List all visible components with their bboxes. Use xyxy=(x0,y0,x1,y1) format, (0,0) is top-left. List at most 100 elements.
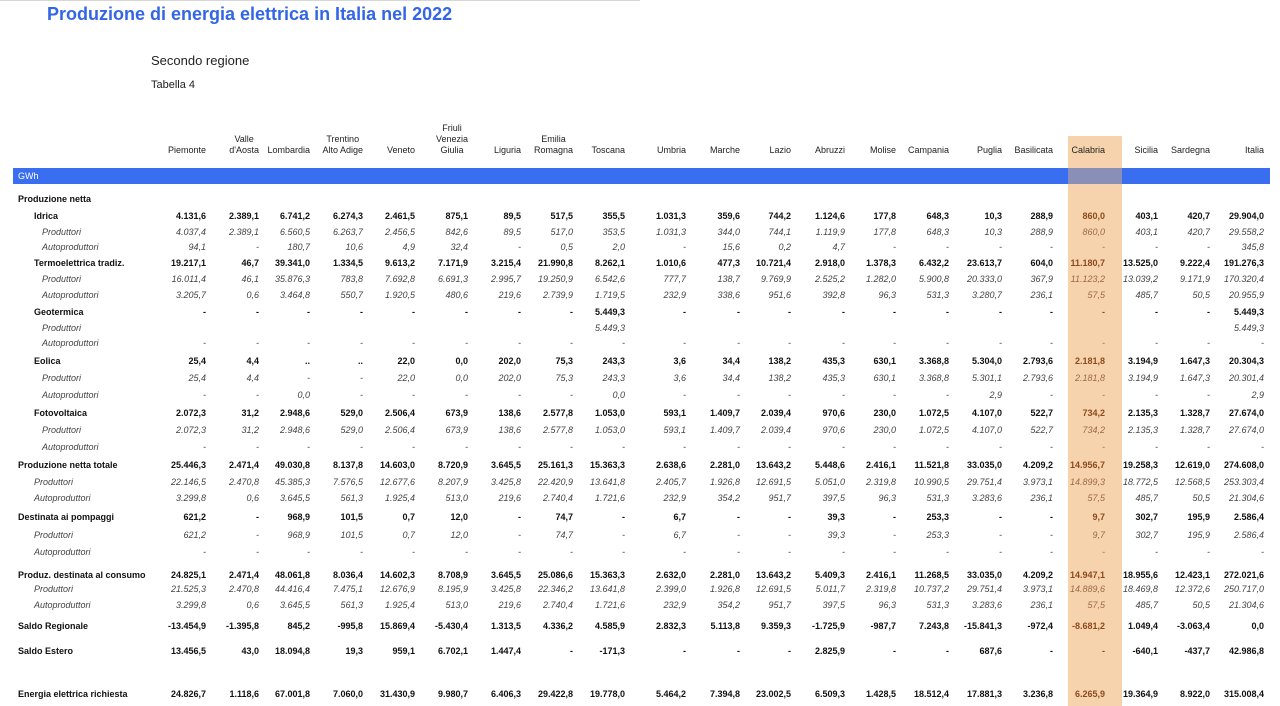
table-cell: 1.447,4 xyxy=(490,646,521,656)
table-cell: 3.194,9 xyxy=(1127,356,1158,366)
table-cell: 250.717,0 xyxy=(1223,584,1264,594)
table-cell: - xyxy=(256,512,259,522)
table-cell: 951,7 xyxy=(768,600,791,610)
table-cell: - xyxy=(518,242,521,252)
table-cell: 3.425,8 xyxy=(490,477,521,487)
table-cell: - xyxy=(788,307,791,317)
table-cell: 345,8 xyxy=(1241,242,1264,252)
column-header-line: Trentino xyxy=(326,134,360,144)
table-cell: 2.181,8 xyxy=(1074,356,1105,366)
table-cell: 354,2 xyxy=(717,493,740,503)
table-row: Produttori 22.146,5 2.470,8 45.385,3 7.576,5… xyxy=(0,475,1280,489)
table-cell: 11.123,2 xyxy=(1070,274,1105,284)
table-cell: 397,5 xyxy=(822,600,845,610)
table-cell: - xyxy=(683,390,686,400)
table-cell: - xyxy=(842,338,845,348)
table-cell: - xyxy=(1102,307,1105,317)
table-cell: 1.334,5 xyxy=(332,258,363,268)
table-cell: - xyxy=(737,530,740,540)
table-cell: 46,7 xyxy=(241,258,259,268)
table-cell: 3.299,8 xyxy=(175,600,206,610)
column-header-line: Campania xyxy=(907,145,949,155)
table-cell: 860,0 xyxy=(1082,227,1105,237)
table-cell: - xyxy=(1207,338,1210,348)
table-cell: 8.195,9 xyxy=(437,584,468,594)
table-cell: 630,1 xyxy=(873,373,896,383)
table-cell: 435,3 xyxy=(822,373,845,383)
table-cell: - xyxy=(737,390,740,400)
table-cell: 744,2 xyxy=(768,211,791,221)
row-label: Autoproduttori xyxy=(42,242,99,252)
row-label: Produttori xyxy=(42,373,82,383)
table-cell: 67.001,8 xyxy=(274,689,310,699)
table-cell: 22.346,2 xyxy=(537,584,573,594)
table-cell: 2.072,3 xyxy=(175,425,206,435)
table-cell: 3.283,6 xyxy=(971,493,1002,503)
table-cell: -13.454,9 xyxy=(167,621,206,631)
table-cell: - xyxy=(1155,442,1158,452)
table-cell: 2.638,6 xyxy=(655,460,686,470)
table-cell: 1.119,9 xyxy=(815,227,845,237)
column-header-line: Venezia xyxy=(435,134,468,144)
table-cell: 522,7 xyxy=(1030,425,1053,435)
table-cell: 7.060,0 xyxy=(332,689,363,699)
table-cell: 101,5 xyxy=(340,530,363,540)
table-cell: - xyxy=(946,307,949,317)
column-header-line: Sicilia xyxy=(1134,145,1158,155)
table-cell: - xyxy=(360,390,363,400)
table-cell: 34,4 xyxy=(722,356,740,366)
table-cell: - xyxy=(256,442,259,452)
table-cell: 12.691,5 xyxy=(755,477,791,487)
table-cell: 403,1 xyxy=(1135,211,1158,221)
table-cell: 4.107,0 xyxy=(971,425,1002,435)
table-cell: 101,5 xyxy=(340,512,363,522)
table-cell: 2.577,8 xyxy=(542,408,573,418)
row-label: Produttori xyxy=(42,323,82,333)
table-cell: - xyxy=(842,307,845,317)
table-cell: 1.010,6 xyxy=(655,258,686,268)
table-cell: 485,7 xyxy=(1135,493,1158,503)
table-cell: 12.619,0 xyxy=(1174,460,1210,470)
table-cell: - xyxy=(683,307,686,317)
table-cell: 6.509,3 xyxy=(814,689,845,699)
table-cell: 19.217,1 xyxy=(170,258,206,268)
table-cell: 5.449,3 xyxy=(1233,307,1264,317)
table-cell: 12.691,5 xyxy=(755,584,791,594)
table-cell: 0,0 xyxy=(297,390,310,400)
table-cell: 3.280,7 xyxy=(971,290,1002,300)
table-row: Produttori 4.037,4 2.389,1 6.560,5 6.263,7 2.… xyxy=(0,225,1280,239)
column-header: Italia xyxy=(1245,118,1264,156)
table-cell: 2.740,4 xyxy=(542,600,573,610)
table-cell: 302,7 xyxy=(1135,530,1158,540)
table-cell: 21.990,8 xyxy=(537,258,573,268)
column-header: Piemonte xyxy=(168,118,206,156)
table-cell: -5.430,4 xyxy=(434,621,468,631)
table-cell: 6.702,1 xyxy=(437,646,468,656)
table-cell: 3.645,5 xyxy=(279,493,310,503)
table-cell: - xyxy=(1155,242,1158,252)
table-cell: - xyxy=(1155,547,1158,557)
table-row: Destinata ai pompaggi 621,2 - 968,9 101,5 0,7… xyxy=(0,510,1280,524)
column-header: Sicilia xyxy=(1134,118,1158,156)
table-cell: 2.739,9 xyxy=(542,290,573,300)
table-cell: 8.036,4 xyxy=(332,570,363,580)
table-cell: - xyxy=(518,512,521,522)
column-header: Friuli Venezia Giulia xyxy=(436,118,468,156)
table-cell: 22,0 xyxy=(397,356,415,366)
table-cell: 513,0 xyxy=(445,493,468,503)
table-cell: 6.542,6 xyxy=(594,274,625,284)
table-cell: 0,6 xyxy=(246,600,259,610)
table-cell: - xyxy=(412,547,415,557)
table-cell: - xyxy=(203,390,206,400)
table-cell: - xyxy=(1050,530,1053,540)
row-label: Produttori xyxy=(42,227,82,237)
table-cell: 6.274,3 xyxy=(332,211,363,221)
table-cell: 3.368,8 xyxy=(918,373,949,383)
column-header-line: Alto Adige xyxy=(322,145,363,155)
table-cell: 18.469,8 xyxy=(1122,584,1158,594)
column-header-line: Emilia xyxy=(541,134,566,144)
table-cell: 3.973,1 xyxy=(1022,584,1053,594)
table-cell: - xyxy=(307,547,310,557)
table-cell: 959,1 xyxy=(392,646,415,656)
column-header: Marche xyxy=(710,118,740,156)
